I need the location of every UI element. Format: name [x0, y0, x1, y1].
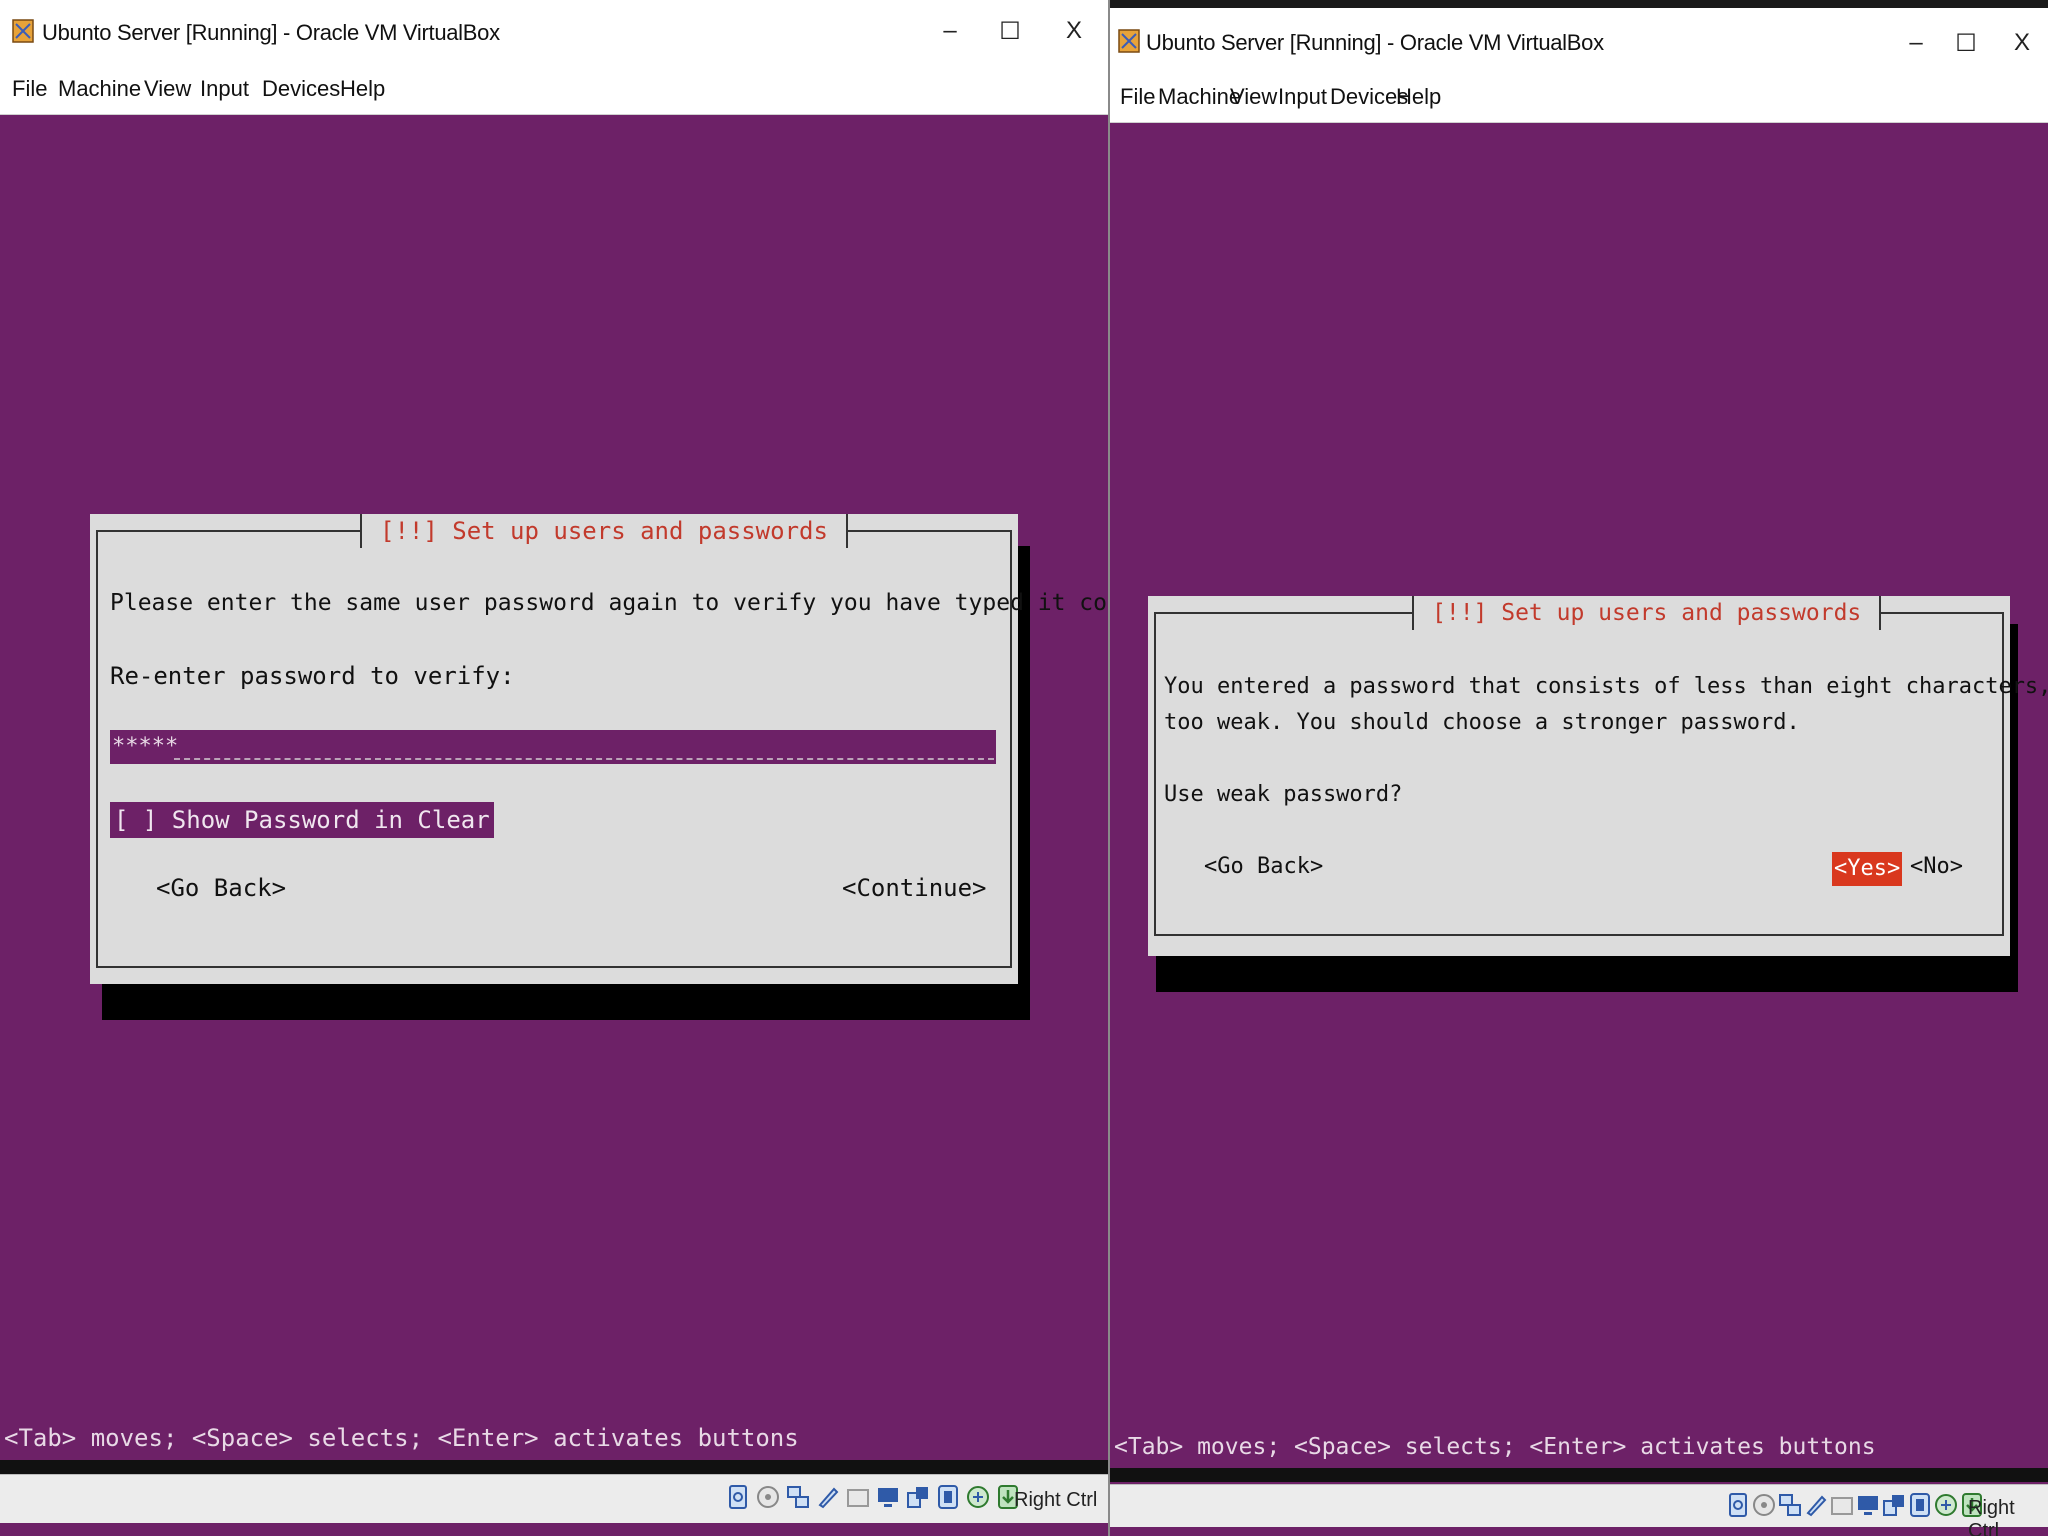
optical-drive-icon[interactable]	[756, 1483, 780, 1511]
recording-icon[interactable]	[1908, 1491, 1932, 1519]
keyboard-hint: <Tab> moves; <Space> selects; <Enter> ac…	[1114, 1434, 1876, 1460]
virtualbox-icon	[1118, 29, 1140, 53]
console-bottom-bar	[0, 1460, 1108, 1474]
minimize-button[interactable]: –	[930, 14, 970, 48]
no-button[interactable]: <No>	[1910, 854, 1963, 879]
close-button[interactable]: X	[1054, 14, 1094, 48]
dialog-frame	[1154, 612, 2004, 936]
maximize-button[interactable]: ☐	[990, 14, 1030, 48]
continue-button[interactable]: <Continue>	[842, 874, 987, 902]
menu-help[interactable]: Help	[340, 76, 385, 102]
dialog-message-line2: too weak. You should choose a stronger p…	[1164, 710, 1800, 735]
password-mask: *****	[112, 734, 179, 759]
show-password-checkbox[interactable]: [ ] Show Password in Clear	[110, 802, 494, 838]
shared-folder-icon[interactable]	[846, 1483, 870, 1511]
password-underline	[174, 758, 994, 760]
password-input[interactable]: *****	[110, 730, 996, 764]
weak-password-question: Use weak password?	[1164, 782, 1403, 807]
usb-pen-icon[interactable]	[1804, 1491, 1828, 1519]
minimize-button[interactable]: –	[1896, 26, 1936, 60]
screen-capture-icon[interactable]	[1882, 1491, 1906, 1519]
shared-folder-icon[interactable]	[1830, 1491, 1854, 1519]
dialog-message: Please enter the same user password agai…	[110, 590, 1108, 616]
close-button[interactable]: X	[2002, 26, 2042, 60]
menu-view[interactable]: View	[1230, 84, 1277, 110]
go-back-button[interactable]: <Go Back>	[1204, 854, 1323, 879]
cpu-icon[interactable]	[1934, 1491, 1958, 1519]
hard-disk-icon[interactable]	[726, 1483, 750, 1511]
status-icons	[726, 1483, 1020, 1511]
virtualbox-window-left: Ubunto Server [Running] - Oracle VM Virt…	[0, 0, 1108, 1536]
keyboard-hint: <Tab> moves; <Space> selects; <Enter> ac…	[4, 1424, 799, 1452]
menu-view[interactable]: View	[144, 76, 191, 102]
virtualbox-window-right: Ubunto Server [Running] - Oracle VM Virt…	[1108, 0, 2048, 1536]
virtualbox-icon	[12, 19, 34, 43]
host-key-label: Right Ctrl	[1968, 1497, 2015, 1536]
password-prompt: Re-enter password to verify:	[110, 662, 515, 690]
status-icons	[1726, 1491, 1984, 1519]
menu-input[interactable]: Input	[1278, 84, 1327, 110]
dialog-title: [!!] Set up users and passwords	[1412, 596, 1882, 630]
menu-machine[interactable]: Machine	[1158, 84, 1241, 110]
menu-bar: File Machine View Input Devices Help	[1110, 70, 2048, 123]
title-bar: Ubunto Server [Running] - Oracle VM Virt…	[1110, 0, 2048, 70]
network-icon[interactable]	[1778, 1491, 1802, 1519]
window-title: Ubunto Server [Running] - Oracle VM Virt…	[42, 20, 500, 45]
go-back-button[interactable]: <Go Back>	[156, 874, 286, 902]
usb-pen-icon[interactable]	[816, 1483, 840, 1511]
host-key-label: Right Ctrl	[1014, 1489, 1098, 1511]
menu-bar: File Machine View Input Devices Help	[0, 62, 1108, 115]
menu-file[interactable]: File	[1120, 84, 1155, 110]
optical-drive-icon[interactable]	[1752, 1491, 1776, 1519]
hard-disk-icon[interactable]	[1726, 1491, 1750, 1519]
dialog-title: [!!] Set up users and passwords	[360, 514, 848, 548]
menu-help[interactable]: Help	[1396, 84, 1441, 110]
recording-icon[interactable]	[936, 1483, 960, 1511]
menu-file[interactable]: File	[12, 76, 47, 102]
menu-devices[interactable]: Devices	[262, 76, 340, 102]
title-bar: Ubunto Server [Running] - Oracle VM Virt…	[0, 0, 1108, 62]
cpu-icon[interactable]	[966, 1483, 990, 1511]
maximize-button[interactable]: ☐	[1946, 26, 1986, 60]
dialog-message-line1: You entered a password that consists of …	[1164, 674, 2048, 699]
status-bar: Right Ctrl	[0, 1474, 1108, 1523]
network-icon[interactable]	[786, 1483, 810, 1511]
screen-capture-icon[interactable]	[906, 1483, 930, 1511]
status-bar: Right Ctrl	[1110, 1484, 2048, 1536]
display-icon[interactable]	[876, 1483, 900, 1511]
password-verify-dialog: [!!] Set up users and passwords Please e…	[90, 514, 1108, 984]
menu-machine[interactable]: Machine	[58, 76, 141, 102]
window-title: Ubunto Server [Running] - Oracle VM Virt…	[1146, 30, 1604, 55]
console-bottom-bar	[1110, 1468, 2048, 1482]
yes-button[interactable]: <Yes>	[1832, 852, 1903, 886]
display-icon[interactable]	[1856, 1491, 1880, 1519]
menu-input[interactable]: Input	[200, 76, 249, 102]
weak-password-dialog: [!!] Set up users and passwords You ente…	[1148, 596, 2048, 956]
